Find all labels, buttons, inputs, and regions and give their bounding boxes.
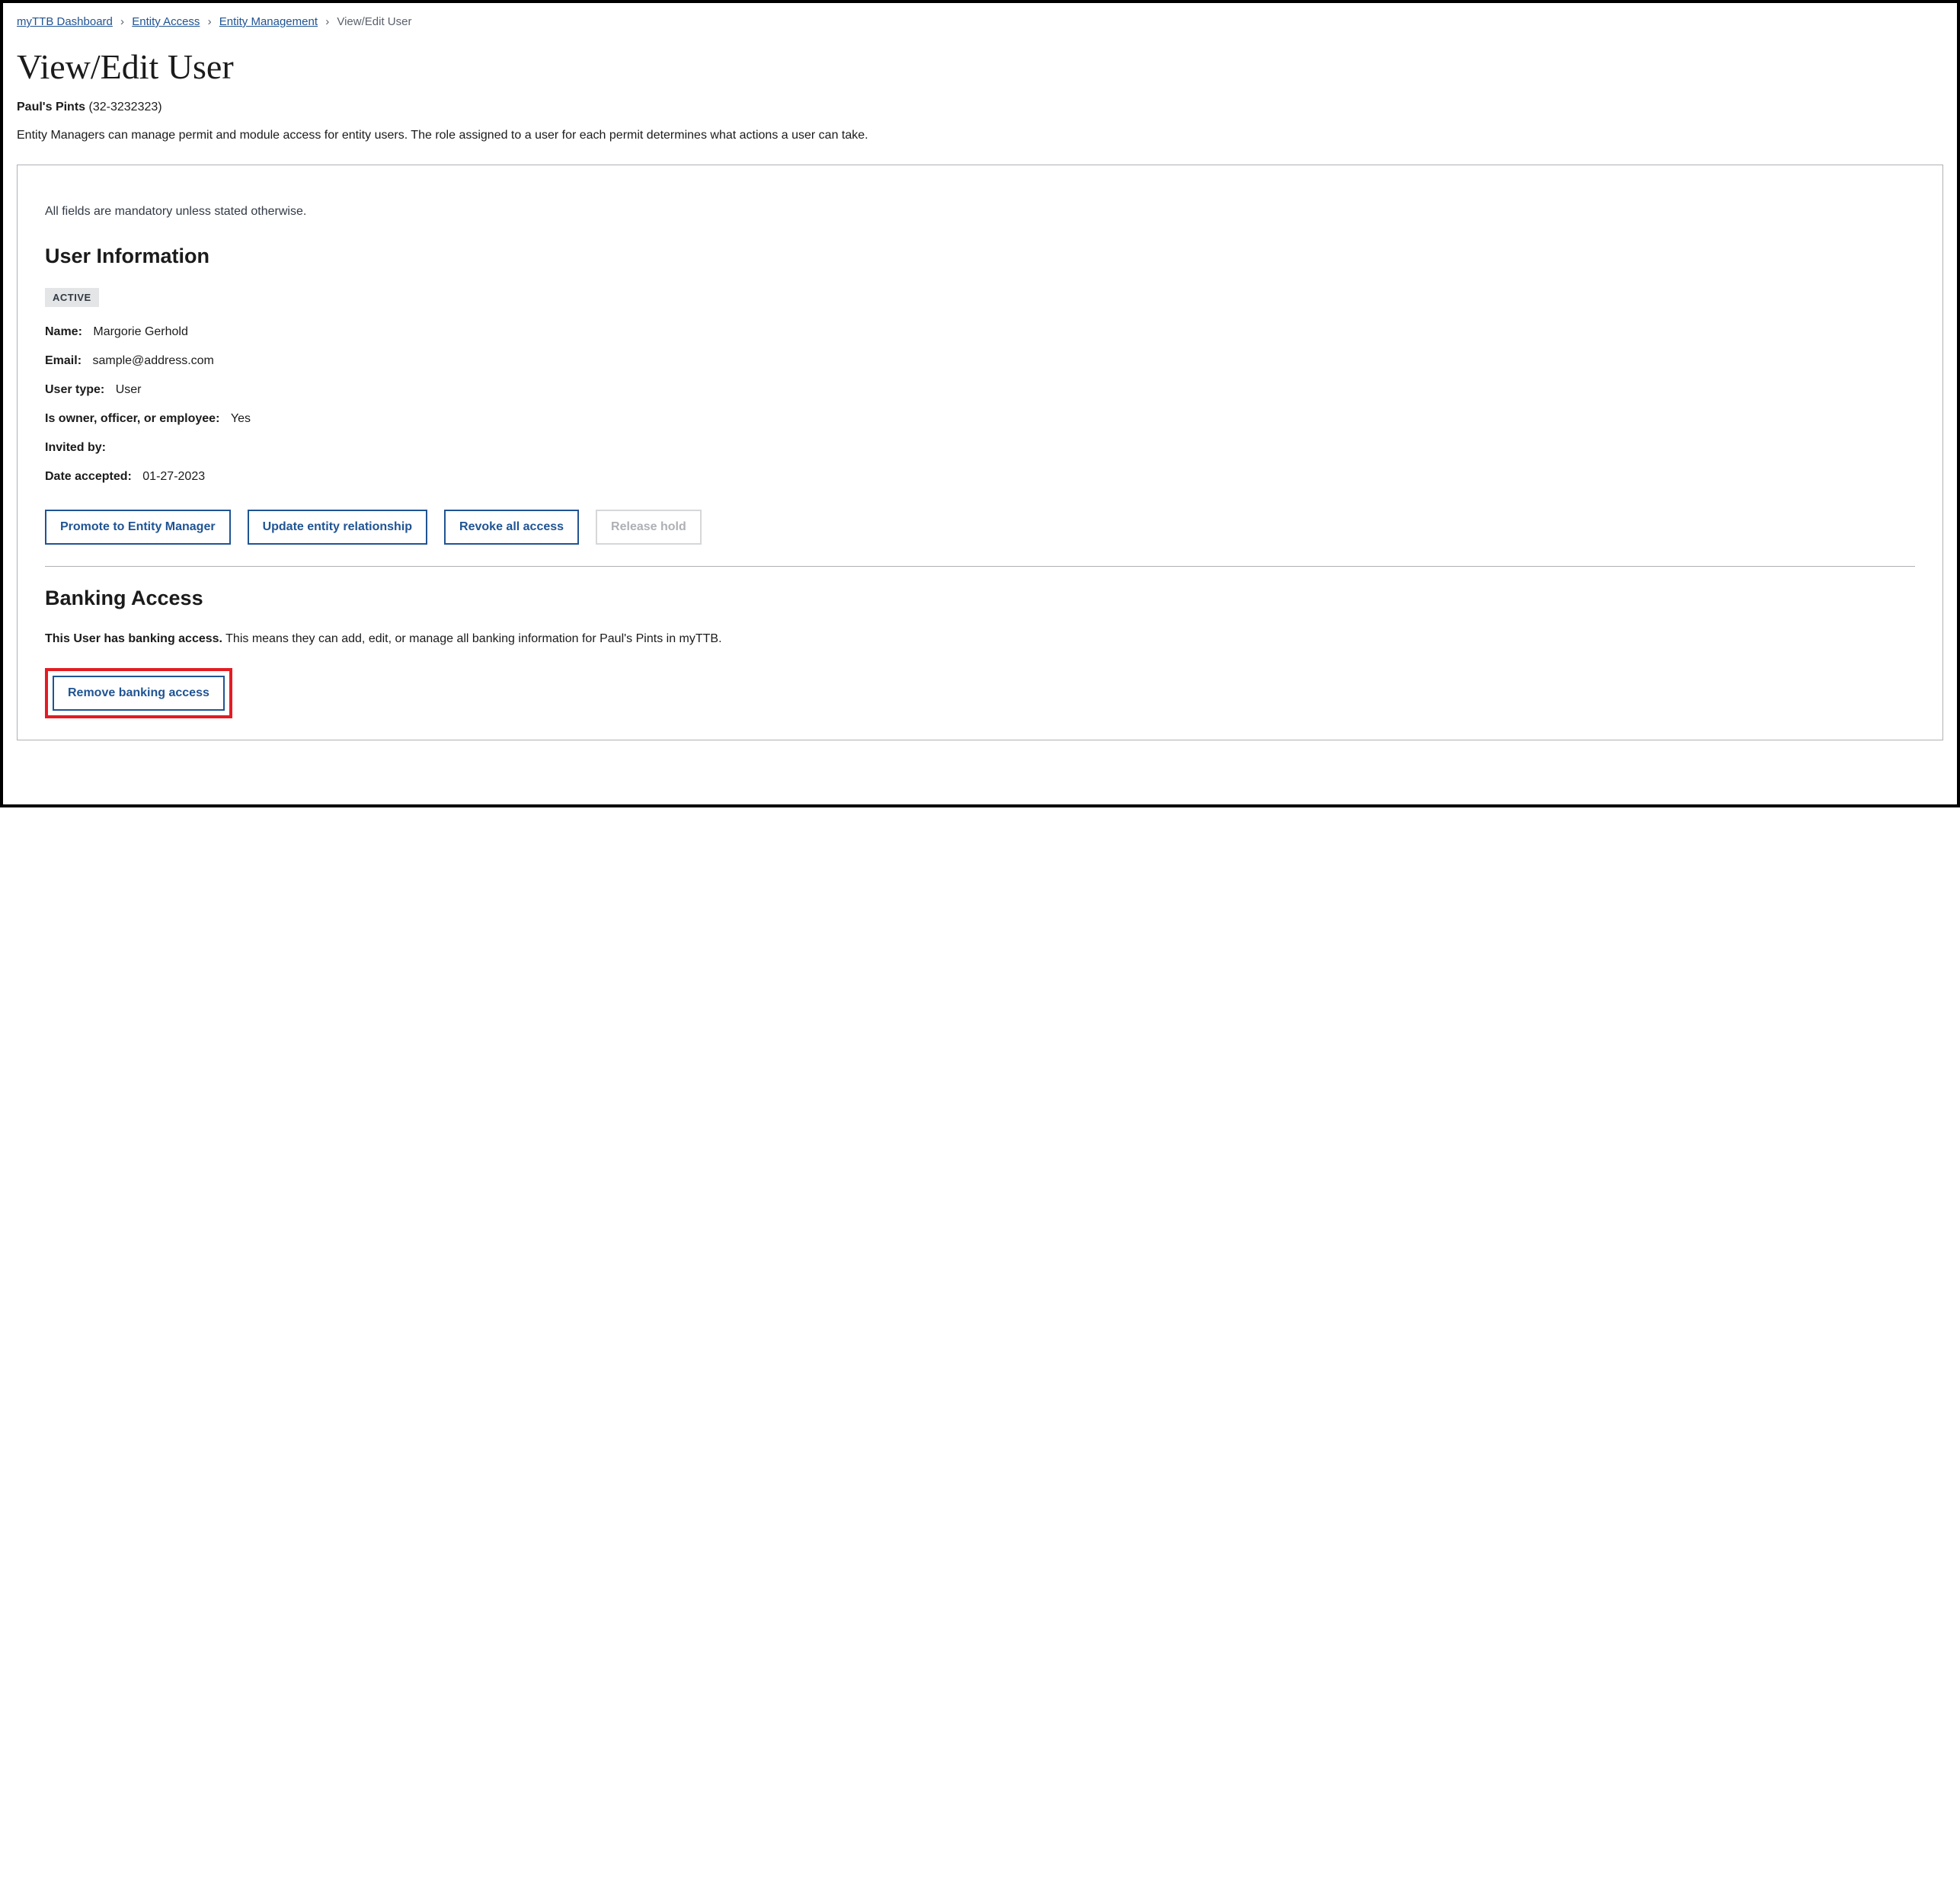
entity-line: Paul's Pints (32-3232323) xyxy=(17,101,1943,114)
info-row-date-accepted: Date accepted: 01-27-2023 xyxy=(45,470,1915,484)
breadcrumb-link-entity-management[interactable]: Entity Management xyxy=(219,15,318,28)
breadcrumb-current: View/Edit User xyxy=(337,15,411,28)
info-row-name: Name: Margorie Gerhold xyxy=(45,325,1915,339)
banking-rest: This means they can add, edit, or manage… xyxy=(222,632,722,645)
chevron-right-icon: › xyxy=(325,15,329,28)
email-label: Email: xyxy=(45,354,82,367)
breadcrumb-link-dashboard[interactable]: myTTB Dashboard xyxy=(17,15,113,28)
info-row-invited-by: Invited by: xyxy=(45,441,1915,455)
user-type-value: User xyxy=(116,383,142,396)
page-title: View/Edit User xyxy=(17,46,1943,87)
section-divider xyxy=(45,566,1915,567)
breadcrumb: myTTB Dashboard › Entity Access › Entity… xyxy=(17,15,1943,28)
status-badge: ACTIVE xyxy=(45,288,99,307)
info-row-user-type: User type: User xyxy=(45,383,1915,397)
name-value: Margorie Gerhold xyxy=(93,325,188,338)
entity-name: Paul's Pints xyxy=(17,101,85,114)
user-card: All fields are mandatory unless stated o… xyxy=(17,165,1943,740)
date-accepted-label: Date accepted: xyxy=(45,470,132,483)
user-info-heading: User Information xyxy=(45,245,1915,268)
info-row-email: Email: sample@address.com xyxy=(45,354,1915,368)
intro-text: Entity Managers can manage permit and mo… xyxy=(17,126,1943,145)
chevron-right-icon: › xyxy=(120,15,124,28)
banking-heading: Banking Access xyxy=(45,587,1915,610)
owner-value: Yes xyxy=(231,412,251,425)
chevron-right-icon: › xyxy=(208,15,212,28)
banking-text: This User has banking access. This means… xyxy=(45,630,1915,648)
banking-bold: This User has banking access. xyxy=(45,632,222,645)
name-label: Name: xyxy=(45,325,82,338)
user-type-label: User type: xyxy=(45,383,104,396)
mandatory-note: All fields are mandatory unless stated o… xyxy=(45,205,1915,219)
owner-label: Is owner, officer, or employee: xyxy=(45,412,219,425)
highlight-box: Remove banking access xyxy=(45,668,232,718)
release-hold-button: Release hold xyxy=(596,510,702,545)
promote-button[interactable]: Promote to Entity Manager xyxy=(45,510,231,545)
entity-id: (32-3232323) xyxy=(89,101,162,114)
remove-banking-access-button[interactable]: Remove banking access xyxy=(53,676,225,711)
update-relationship-button[interactable]: Update entity relationship xyxy=(248,510,427,545)
breadcrumb-link-entity-access[interactable]: Entity Access xyxy=(132,15,200,28)
date-accepted-value: 01-27-2023 xyxy=(142,470,205,483)
info-row-owner: Is owner, officer, or employee: Yes xyxy=(45,412,1915,426)
email-value: sample@address.com xyxy=(92,354,213,367)
action-button-row: Promote to Entity Manager Update entity … xyxy=(45,510,1915,545)
revoke-access-button[interactable]: Revoke all access xyxy=(444,510,579,545)
invited-by-label: Invited by: xyxy=(45,441,106,454)
